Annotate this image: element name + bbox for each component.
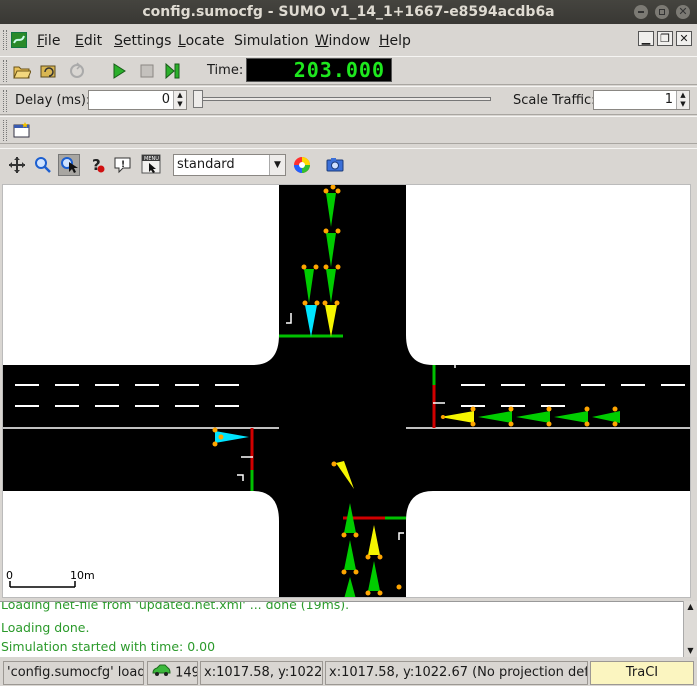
menu-window[interactable]: Window [315,33,370,49]
network-drawing: 0 10m [3,185,690,597]
menu-icon[interactable]: MENU [140,153,162,175]
delay-label: Delay (ms): [15,93,91,108]
minimize-button[interactable] [634,5,648,19]
time-label: Time: [207,63,244,78]
geo-coordinates: x:1017.58, y:1022.67 (No projection defi… [325,661,588,685]
menu-file-mnemonic: F [37,33,45,49]
reload-disabled-icon[interactable] [66,60,88,82]
toolbar-grip[interactable] [3,120,7,141]
menu-file[interactable]: File [37,33,60,49]
menu-edit-label: dit [83,33,103,49]
toolbar-grip[interactable] [3,60,7,82]
menu-settings[interactable]: Settings [114,33,171,49]
menu-file-label: ile [44,33,61,49]
question-icon[interactable]: ? [86,154,108,176]
menu-settings-label: ettings [122,33,172,49]
toolbar-grip[interactable] [3,90,7,112]
scale-label-left: 0 [6,569,13,582]
select-cursor-icon[interactable] [58,154,80,176]
delay-value: 0 [161,92,170,107]
reload-icon[interactable] [38,60,60,82]
scroll-up-icon[interactable]: ▲ [684,601,697,613]
magnifier-icon[interactable] [32,154,54,176]
menu-locate[interactable]: Locate [178,33,225,49]
traci-indicator: TraCI [590,661,694,685]
menu-help-mnemonic: H [379,33,390,49]
menu-help[interactable]: Help [379,33,411,49]
menu-settings-mnemonic: S [114,33,123,49]
folder-open-icon[interactable] [11,60,33,82]
menu-edit[interactable]: Edit [75,33,102,49]
view-toolbar: ? ! MENU standard ▼ [0,148,697,182]
log-line: Simulation started with time: 0.00 [1,639,216,654]
scheme-value: standard [177,157,235,172]
vehicle-count-button[interactable]: 149 [147,661,198,685]
close-button[interactable]: ✕ [676,5,690,19]
scale-traffic-label: Scale Traffic: [513,93,596,108]
menu-help-label: elp [389,33,411,49]
status-message: 'config.sumocfg' loaded. [3,661,144,685]
maximize-button[interactable] [655,5,669,19]
color-wheel-icon[interactable] [291,154,313,176]
bubble-icon[interactable]: ! [112,154,134,176]
toolbar-views [0,116,697,144]
stop-icon[interactable] [136,60,158,82]
delay-slider-thumb[interactable] [193,90,203,108]
delay-spinner[interactable]: 0 ▲ ▼ [88,90,187,110]
spinner-arrows-icon[interactable]: ▲ ▼ [676,91,689,109]
delay-slider[interactable] [195,97,491,101]
menu-locate-label: ocate [185,33,225,49]
menu-locate-mnemonic: L [178,33,186,49]
menu-window-label: indow [328,33,371,49]
scroll-down-icon[interactable]: ▼ [684,645,697,657]
vehicle-count: 149 [175,665,198,681]
scale-traffic-value: 1 [664,92,673,107]
new-view-icon[interactable] [11,119,33,141]
log-scrollbar[interactable]: ▲ ▼ [683,601,697,657]
message-log[interactable]: Loading net-file from 'updated.net.xml' … [0,601,683,657]
mdi-close-button[interactable]: ✕ [676,31,692,46]
log-line: Loading net-file from 'updated.net.xml' … [1,601,350,612]
time-display: 203.000 [246,58,392,82]
svg-text:MENU: MENU [144,156,159,162]
car-icon [151,662,171,684]
net-coordinates: x:1017.58, y:1022.67 [200,661,323,685]
window-title: config.sumocfg - SUMO v1_14_1+1667-e8594… [142,4,555,20]
simulation-view[interactable]: 0 10m [2,184,691,598]
recenter-icon[interactable] [6,154,28,176]
spinner-arrows-icon[interactable]: ▲ ▼ [173,91,186,109]
app-icon [11,32,27,48]
play-icon[interactable] [108,60,130,82]
menubar: File Edit Settings Locate Simulation Win… [0,28,697,54]
window-titlebar: config.sumocfg - SUMO v1_14_1+1667-e8594… [0,0,697,24]
camera-icon[interactable] [324,154,346,176]
menu-simulation[interactable]: Simulation [234,33,309,49]
statusbar: 'config.sumocfg' loaded. 149 x:1017.58, … [0,659,697,686]
chevron-down-icon[interactable]: ▼ [269,155,285,175]
scale-bar [9,581,76,588]
menubar-grip[interactable] [3,30,7,50]
log-line: Loading done. [1,620,90,635]
svg-text:!: ! [121,160,125,170]
mdi-minimize-button[interactable]: ▁ [638,31,654,46]
scale-traffic-spinner[interactable]: 1 ▲ ▼ [593,90,690,110]
menu-window-mnemonic: W [315,33,329,49]
menu-edit-mnemonic: E [75,33,84,49]
step-icon[interactable] [162,60,184,82]
scheme-select[interactable]: standard ▼ [173,154,286,176]
mdi-restore-button[interactable]: ❐ [657,31,673,46]
scale-label-right: 10m [70,569,95,582]
